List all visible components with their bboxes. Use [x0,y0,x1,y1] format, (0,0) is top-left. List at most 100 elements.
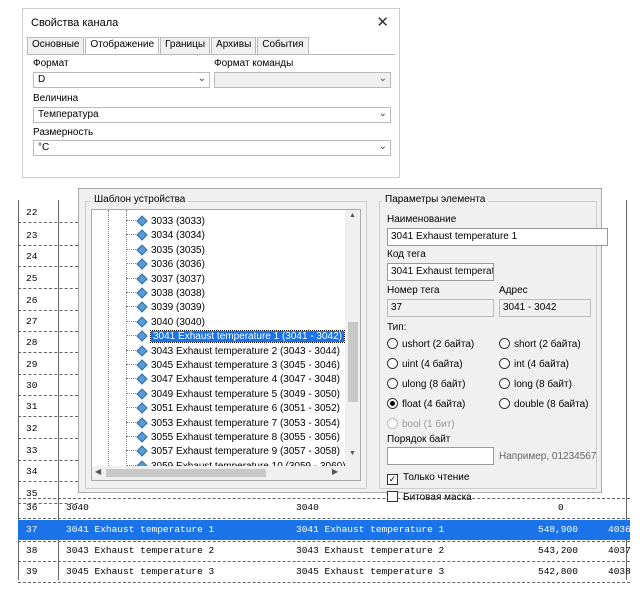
tree-connector [126,392,136,394]
tree-item-label: 3045 Exhaust temperature 3 (3045 - 3046) [151,360,341,371]
tag-code-label: Код тега [387,249,426,260]
tree-item[interactable]: 3033 (3033) [126,215,205,230]
format-select[interactable]: D ⌄ [33,72,210,88]
table-row-number: 33 [18,441,78,461]
radio-label: ulong (8 байт) [402,379,466,390]
tree-item[interactable]: 3055 Exhaust temperature 8 (3055 - 3056) [126,431,340,446]
tree-item-label: 3053 Exhaust temperature 7 (3053 - 3054) [151,417,341,429]
row-number: 37 [26,524,38,535]
scrollbar-thumb[interactable] [348,322,358,402]
radio-int[interactable]: int (4 байта) [499,358,569,370]
command-format-select[interactable]: ⌄ [214,72,391,88]
device-tree[interactable]: 3033 (3033) 3034 (3034) 3035 (3035) 3036 (3… [91,209,361,481]
bitmask-label: Битовая маска [403,492,472,503]
tab-archives[interactable]: Архивы [211,37,257,54]
row-name: 3043 Exhaust temperature 2 [66,545,215,556]
table-row-number: 23 [18,226,78,246]
row-number: 34 [26,466,38,477]
tag-icon [136,272,148,285]
tree-item-label: 3038 (3038) [151,288,205,299]
row-number: 36 [26,502,38,513]
tree-item[interactable]: 3057 Exhaust temperature 9 (3057 - 3058) [126,445,341,460]
tree-item[interactable]: 3035 (3035) [126,244,205,259]
tree-item[interactable]: 3040 (3040) [126,316,205,331]
tree-item[interactable]: 3045 Exhaust temperature 3 (3045 - 3046) [126,359,341,374]
tree-item[interactable]: 3053 Exhaust temperature 7 (3053 - 3054) [126,416,341,432]
name-input[interactable]: 3041 Exhaust temperature 1 [387,228,608,246]
name-label: Наименование [387,214,457,225]
hscrollbar-thumb[interactable] [106,469,266,477]
table-row[interactable]: 38 3043 Exhaust temperature 2 3043 Exhau… [18,541,631,561]
row-number: 28 [26,337,38,348]
scroll-left-icon[interactable]: ◀ [95,467,101,476]
units-select[interactable]: °C ⌄ [33,140,391,156]
tree-vertical-scrollbar[interactable]: ▲ ▼ [345,210,360,480]
tree-item[interactable]: 3038 (3038) [126,287,205,302]
tree-item[interactable]: 3043 Exhaust temperature 2 (3043 - 3044) [126,344,341,360]
radio-bool[interactable]: bool (1 бит) [387,418,455,430]
tag-code-input[interactable]: 3041 Exhaust temperatu [387,263,494,281]
tree-item[interactable]: 3034 (3034) [126,229,205,244]
row-code: 3043 Exhaust temperature 2 [296,545,445,556]
tree-item[interactable]: 3037 (3037) [126,272,205,288]
tree-item-label: 3039 (3039) [151,302,205,314]
tree-item-label: 3057 Exhaust temperature 9 (3057 - 3058) [151,446,341,458]
readonly-checkbox[interactable]: ✓ Только чтение [387,472,469,485]
radio-double[interactable]: double (8 байта) [499,398,588,410]
tab-general[interactable]: Основные [27,37,85,54]
readonly-label: Только чтение [403,472,470,483]
row-separator [18,374,78,375]
tag-icon [136,359,148,371]
tag-icon [136,287,148,299]
tree-item[interactable]: 3039 (3039) [126,301,205,316]
radio-label: short (2 байта) [514,339,581,350]
table-row[interactable]: 39 3045 Exhaust temperature 3 3045 Exhau… [18,562,631,582]
tree-item-selected[interactable]: 3041 Exhaust temperature 1 (3041 - 3042) [126,330,346,345]
scroll-right-icon[interactable]: ▶ [332,467,338,476]
tag-number-input[interactable]: 37 [387,299,494,317]
tag-icon [136,229,148,242]
radio-uint[interactable]: uint (4 байта) [387,358,463,370]
tree-connector [126,248,136,250]
table-row-number: 32 [18,419,78,439]
tree-item-label: 3043 Exhaust temperature 2 (3043 - 3044) [151,345,341,357]
bitmask-checkbox[interactable]: Битовая маска [387,491,472,503]
address-input[interactable]: 3041 - 3042 [499,299,591,317]
tree-connector [126,320,136,322]
quantity-select[interactable]: Температура ⌄ [33,107,391,123]
row-value: 542,800 [538,566,578,577]
radio-ulong[interactable]: ulong (8 байт) [387,378,465,390]
radio-long[interactable]: long (8 байт) [499,378,572,390]
radio-ushort[interactable]: ushort (2 байта) [387,338,474,350]
tab-limits[interactable]: Границы [160,37,211,54]
tree-connector [126,306,136,308]
radio-short[interactable]: short (2 байта) [499,338,581,350]
row-number: 29 [26,359,38,370]
radio-label: int (4 байта) [514,359,570,370]
close-icon[interactable]: ✕ [376,13,389,31]
byte-order-input[interactable] [387,447,494,465]
channel-properties-dialog: Свойства канала ✕ Основные Отображение Г… [22,8,400,178]
row-separator [18,460,78,461]
tree-horizontal-scrollbar[interactable]: ◀ ▶ [92,466,345,480]
tree-item[interactable]: 3047 Exhaust temperature 4 (3047 - 3048) [126,373,340,388]
tag-icon [136,416,148,429]
tree-item[interactable]: 3051 Exhaust temperature 6 (3051 - 3052) [126,402,341,417]
tree-item[interactable]: 3036 (3036) [126,258,205,273]
radio-float[interactable]: float (4 байта) [387,398,465,410]
row-separator [18,438,78,439]
row-code: 3040 [296,502,319,513]
scroll-up-icon[interactable]: ▲ [349,212,356,219]
scroll-down-icon[interactable]: ▼ [349,450,356,457]
table-row-selected[interactable]: 37 3041 Exhaust temperature 1 3041 Exhau… [18,520,631,540]
tree-connector [126,292,136,293]
byte-order-label: Порядок байт [387,434,451,445]
tree-item-label: 3051 Exhaust temperature 6 (3051 - 3052) [151,403,341,415]
tree-item[interactable]: 3049 Exhaust temperature 5 (3049 - 3050) [126,388,340,403]
table-row[interactable]: 36 3040 3040 0 [18,498,630,518]
tag-icon [136,330,148,342]
tab-events[interactable]: События [257,37,309,54]
radio-circle [387,358,398,369]
checkbox-box [387,491,398,502]
tab-display[interactable]: Отображение [85,37,160,55]
